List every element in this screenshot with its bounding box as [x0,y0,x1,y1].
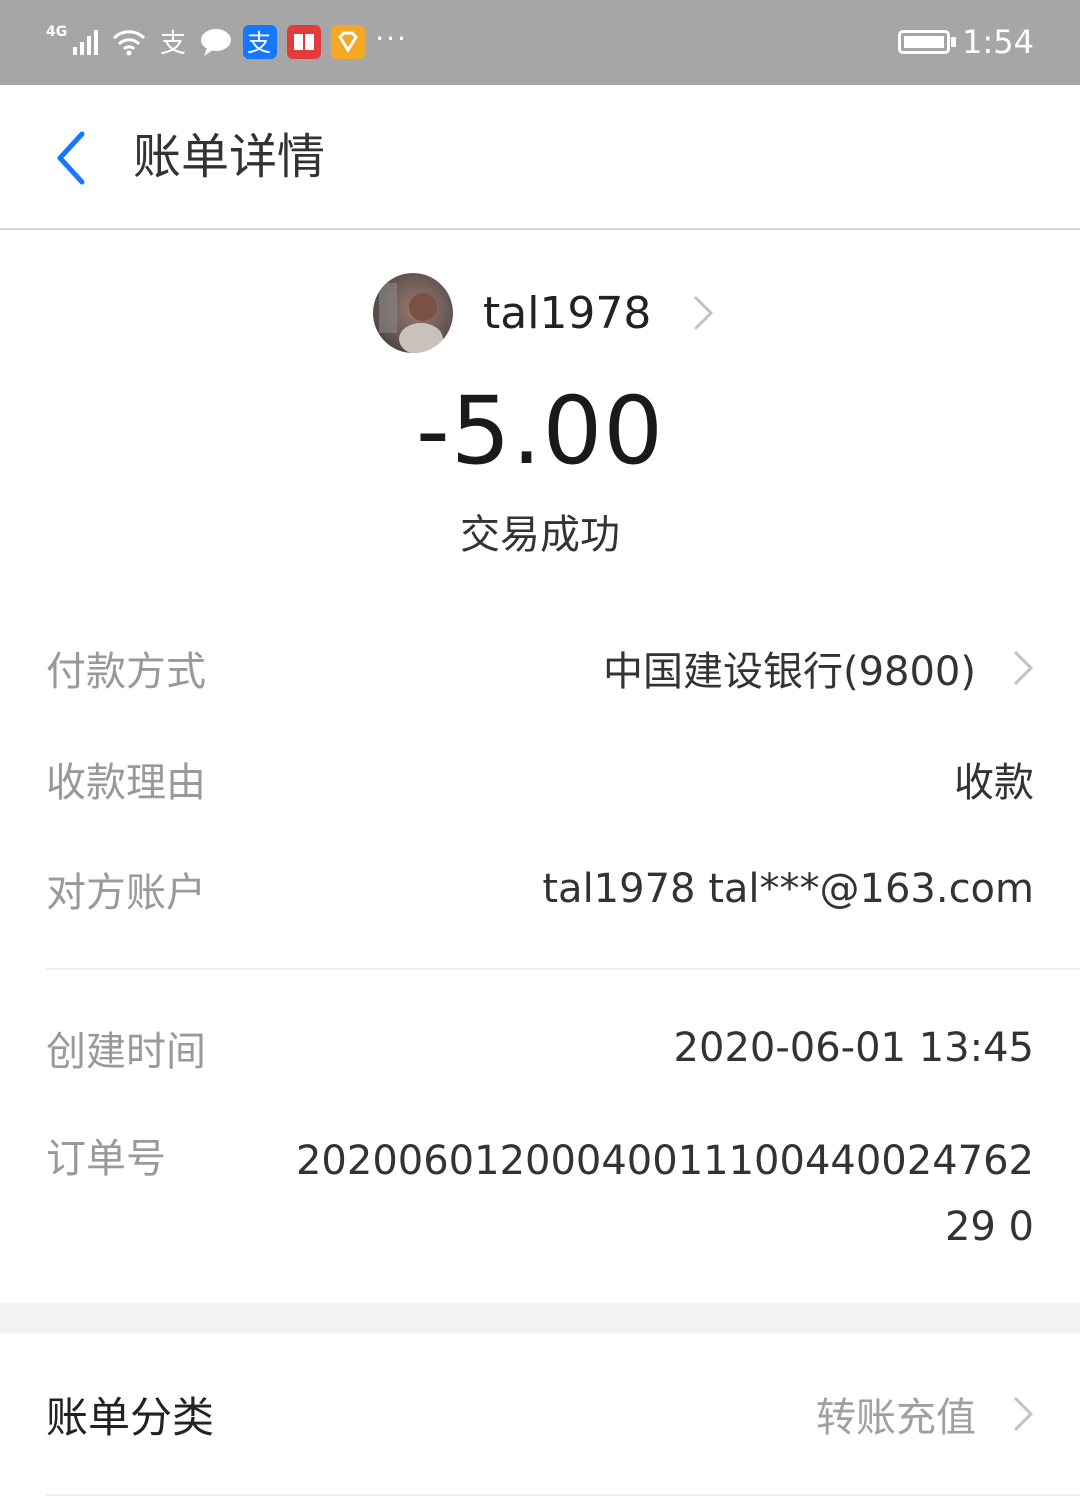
svg-text:支: 支 [160,29,186,58]
chevron-right-icon [1012,1394,1034,1434]
chevron-right-icon [691,293,715,333]
clock: 1:54 [962,23,1034,61]
bill-category-label: 账单分类 [46,1392,215,1442]
page-title: 账单详情 [133,129,326,185]
payment-method-value-wrap: 中国建设银行(9800) [603,639,1034,697]
network-type: 4G [46,24,68,40]
bill-category-value-wrap: 转账充值 [816,1385,1034,1443]
counterparty-value: tal1978 tal***@163.com [542,866,1034,912]
payment-method-label: 付款方式 [46,649,206,695]
transaction-header: tal1978 -5.00 交易成功 [0,232,1080,602]
status-bar: 4G 支 支 ··· 1:54 [0,0,1080,85]
wifi-icon [111,27,147,57]
order-number-label: 订单号 [46,1136,166,1182]
payee-name: tal1978 [483,287,652,339]
order-number-value[interactable]: 2020060120004001110044002476229 0 [274,1128,1034,1260]
counterparty-row: 对方账户 tal1978 tal***@163.com [46,859,1034,919]
signal-icon [71,27,101,57]
reason-value: 收款 [954,760,1034,806]
nav-bar: 账单详情 [0,85,1080,230]
counterparty-label: 对方账户 [46,870,206,916]
status-right-icons: 1:54 [898,20,1034,64]
created-time-label: 创建时间 [46,1029,206,1075]
battery-icon [898,30,957,54]
section-separator [0,1303,1080,1333]
avatar [373,273,453,353]
svg-text:支: 支 [247,29,271,57]
back-button[interactable] [40,123,100,193]
payment-method-row[interactable]: 付款方式 中国建设银行(9800) [46,638,1034,698]
chevron-left-icon [57,131,85,185]
reason-label: 收款理由 [46,760,206,806]
transaction-amount: -5.00 [415,377,665,486]
created-time-value: 2020-06-01 13:45 [673,1025,1034,1071]
transaction-status: 交易成功 [460,512,620,558]
reason-row: 收款理由 收款 [46,749,1034,809]
divider [46,968,1080,970]
diamond-icon [331,25,366,59]
more-notifications-icon: ··· [375,21,408,55]
bill-category-value: 转账充值 [816,1395,976,1441]
status-left-icons: 4G 支 支 ··· [46,22,408,62]
bill-category-row[interactable]: 账单分类 转账充值 [46,1384,1034,1444]
message-icon [199,27,233,57]
alipay-blue-icon: 支 [243,25,278,59]
book-icon [287,25,322,59]
payee-link[interactable]: tal1978 [373,272,715,354]
divider [46,1494,1080,1496]
created-time-row: 创建时间 2020-06-01 13:45 [46,1018,1034,1078]
payment-method-value: 中国建设银行(9800) [602,649,976,695]
alipay-icon: 支 [157,26,189,58]
chevron-right-icon [1012,648,1034,688]
